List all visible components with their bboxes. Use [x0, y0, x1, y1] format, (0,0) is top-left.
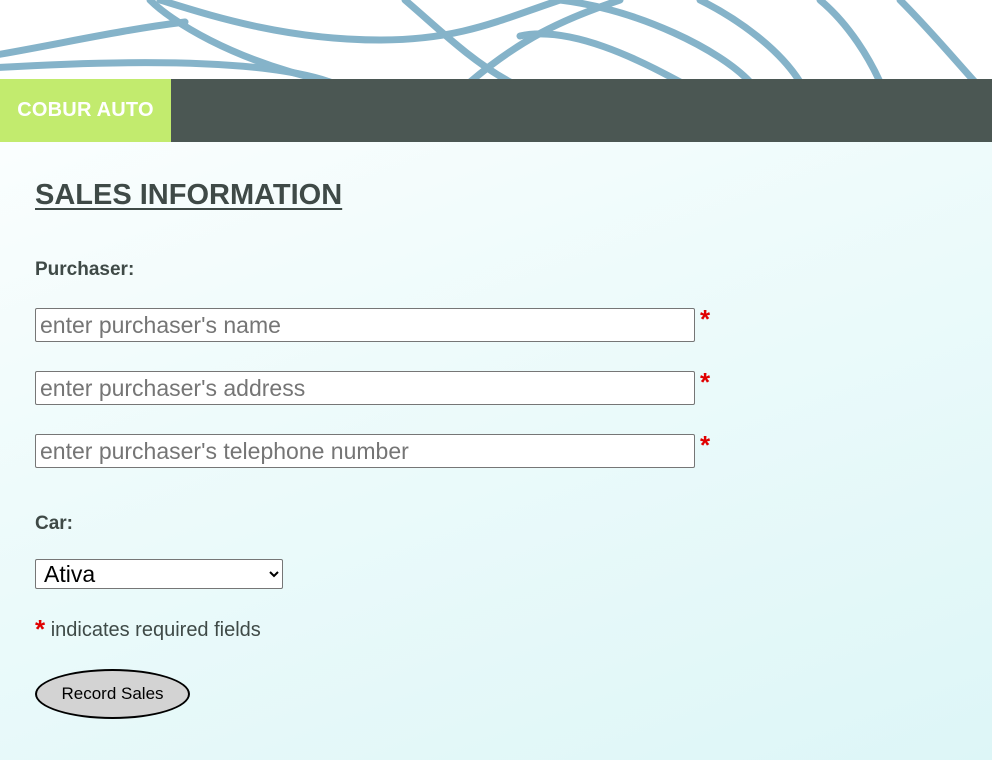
brand-link[interactable]: COBUR AUTO [0, 79, 171, 142]
wave-lines-decoration [0, 0, 978, 80]
name-field-row: * [35, 304, 735, 342]
required-note-text: indicates required fields [50, 619, 261, 641]
page-title: SALES INFORMATION [35, 179, 343, 211]
address-field-row: * [35, 367, 735, 405]
required-marker: * [700, 430, 711, 460]
phone-field-row: * [35, 430, 735, 468]
required-marker: * [700, 304, 711, 334]
required-fields-note: * indicates required fields [35, 612, 261, 644]
required-marker: * [35, 614, 46, 644]
required-marker: * [700, 367, 711, 397]
purchaser-label: Purchaser: [35, 259, 135, 280]
purchaser-name-input[interactable] [35, 308, 695, 342]
car-label: Car: [35, 513, 74, 534]
purchaser-phone-input[interactable] [35, 434, 695, 468]
record-sales-button[interactable]: Record Sales [35, 669, 190, 719]
purchaser-address-input[interactable] [35, 371, 695, 405]
car-select[interactable]: Ativa [35, 559, 283, 589]
top-navigation-bar: COBUR AUTO [0, 79, 992, 142]
header-banner [0, 0, 992, 80]
